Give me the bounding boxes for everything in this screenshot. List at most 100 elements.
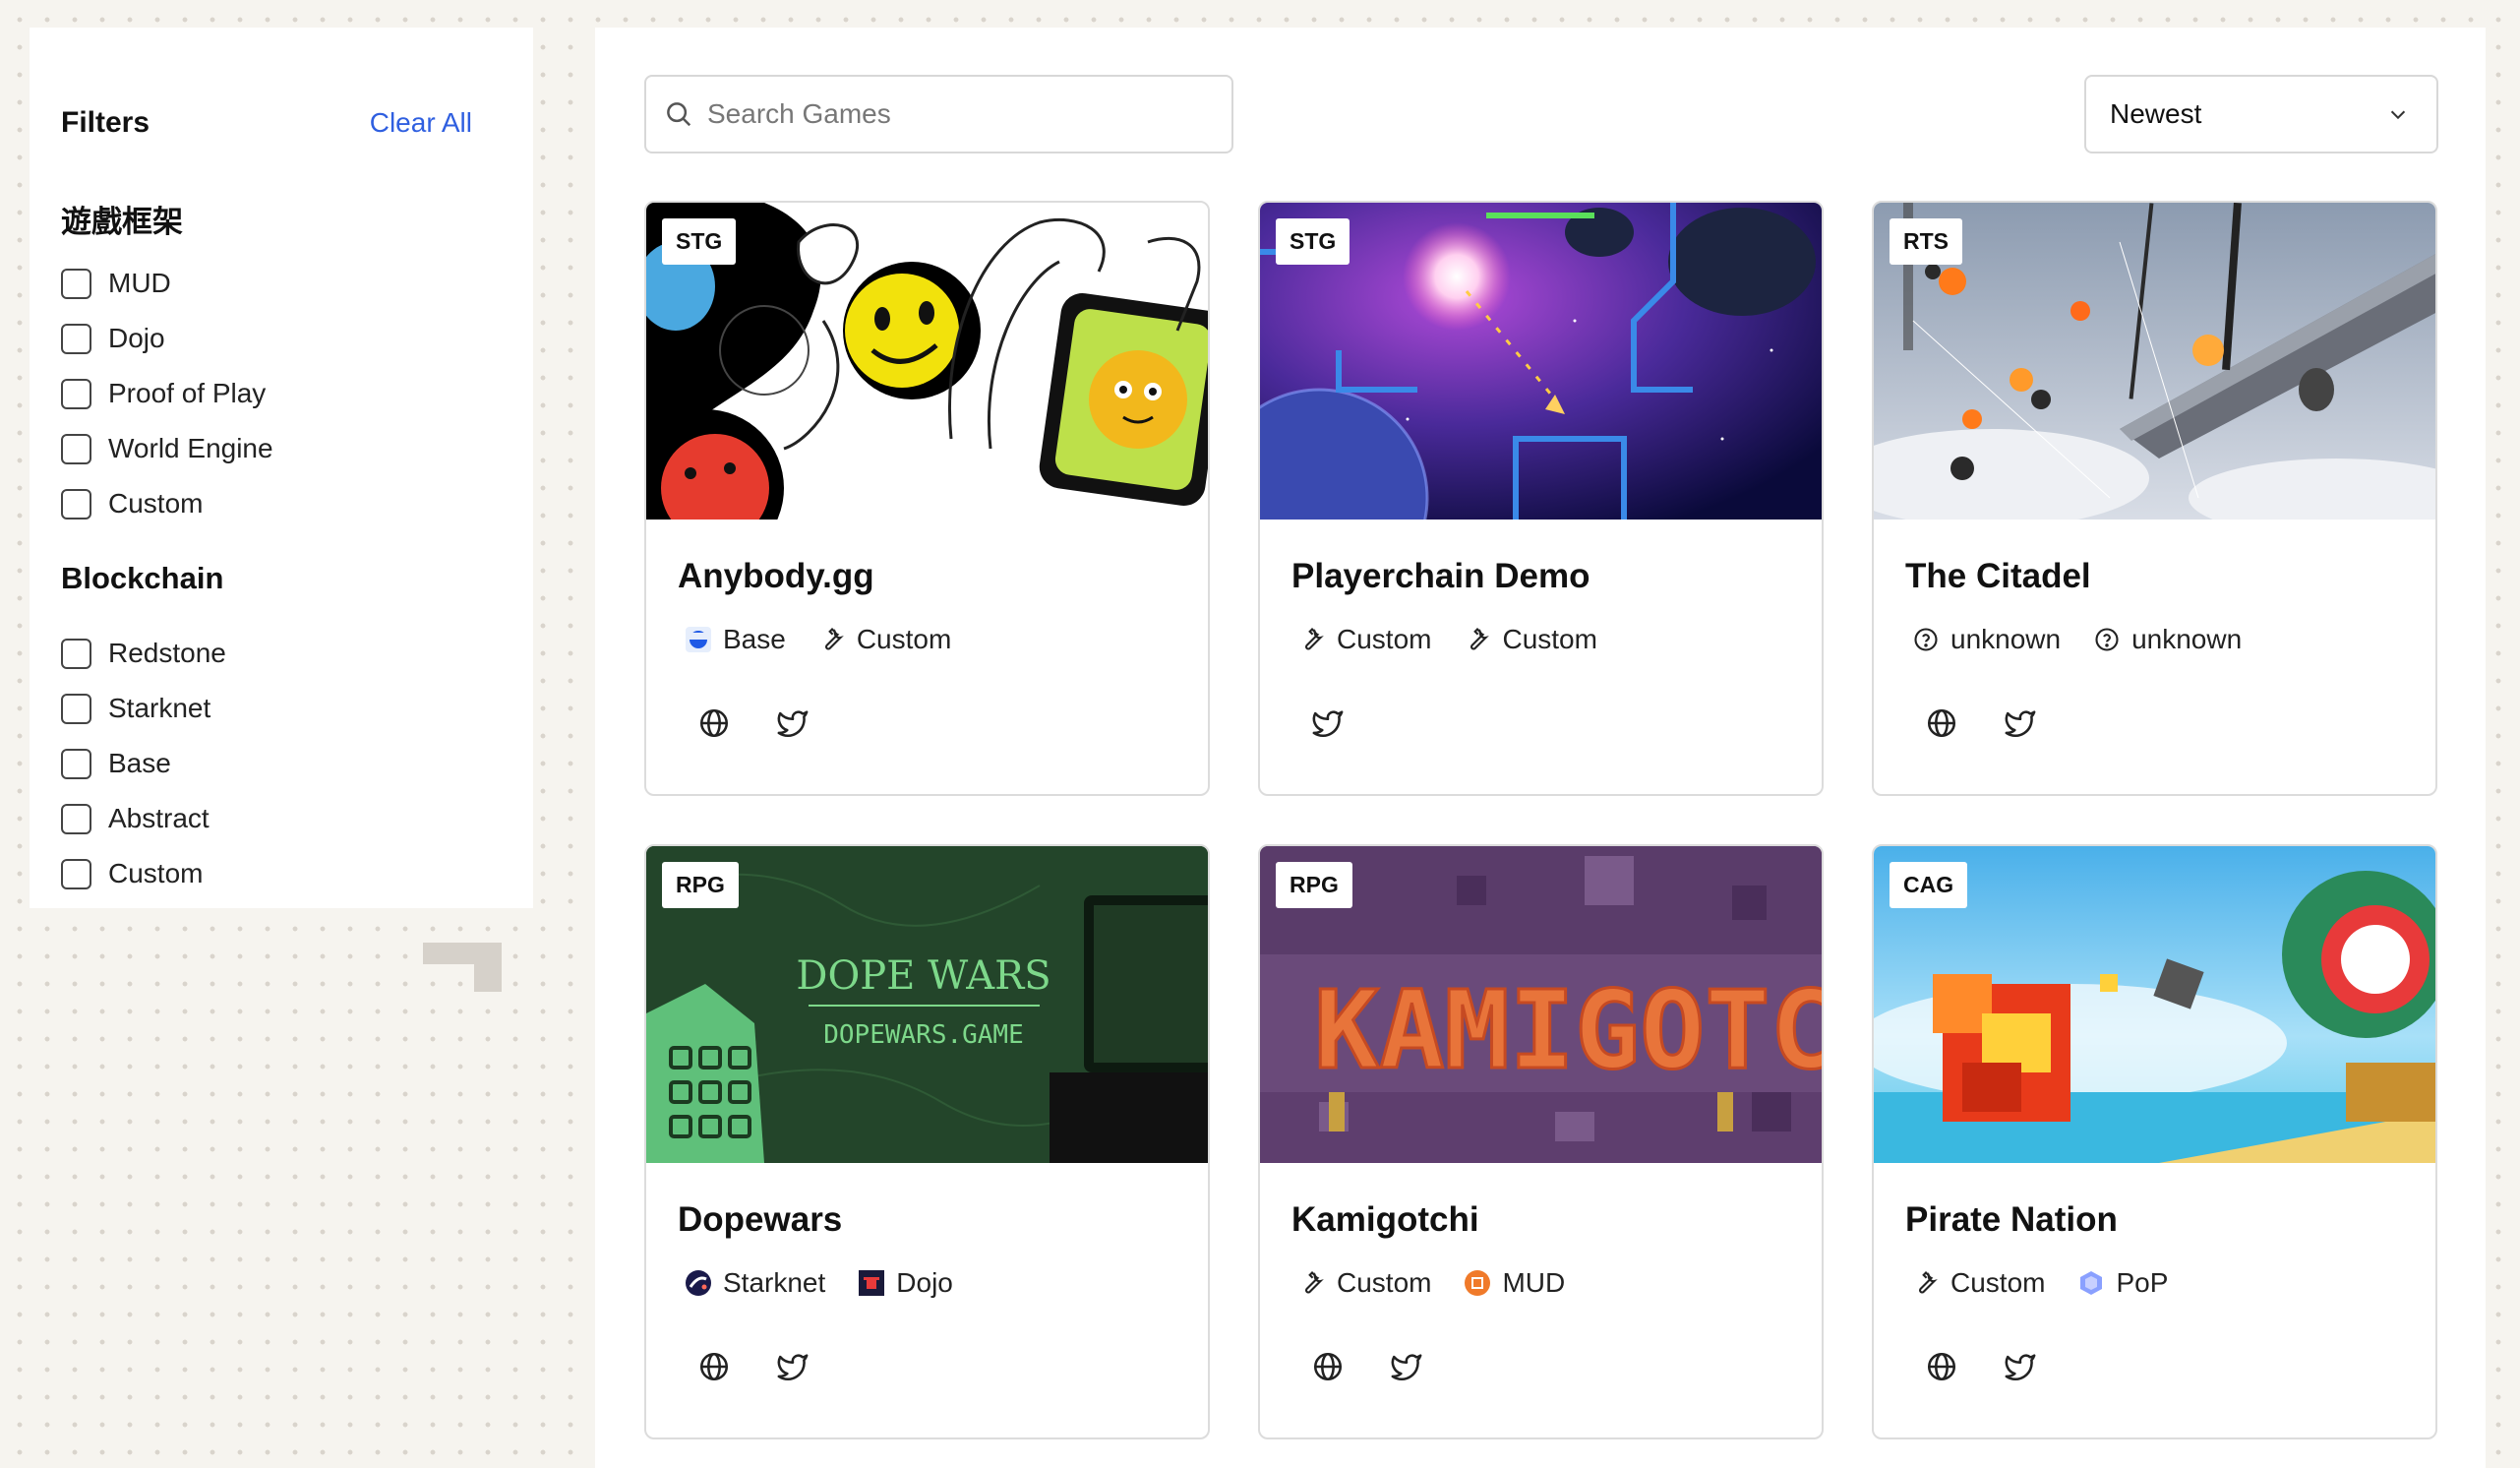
chain-tag: unknown: [1911, 624, 2061, 655]
filter-option-dojo[interactable]: Dojo: [61, 323, 165, 354]
filters-header: Filters Clear All: [61, 106, 472, 140]
filter-option-label: Custom: [108, 488, 204, 519]
base-logo-icon: [684, 625, 713, 654]
filter-option-label: Custom: [108, 858, 204, 888]
filter-option-abstract[interactable]: Abstract: [61, 803, 210, 834]
blockchain-section-title: Blockchain: [61, 561, 224, 595]
chain-tag: Starknet: [684, 1267, 825, 1299]
twitter-icon[interactable]: [1311, 706, 1345, 740]
checkbox[interactable]: [61, 488, 91, 520]
thumbnail-title-text: DOPE WARS: [796, 953, 1050, 999]
twitter-icon[interactable]: [2004, 706, 2037, 740]
globe-icon[interactable]: [1311, 1350, 1345, 1383]
genre-badge: STG: [662, 218, 737, 265]
game-tags: Custom MUD: [1297, 1267, 1596, 1299]
globe-icon[interactable]: [1925, 1350, 1958, 1383]
game-links: [697, 1350, 855, 1383]
sort-selected-value: Newest: [2110, 98, 2202, 129]
game-title[interactable]: Playerchain Demo: [1291, 557, 1590, 596]
genre-badge: RPG: [662, 862, 739, 908]
question-circle-icon: [1911, 625, 1941, 654]
genre-badge: STG: [1276, 218, 1350, 265]
framework-section-title: 遊戲框架: [61, 205, 183, 239]
search-icon: [667, 102, 691, 127]
framework-tag: unknown: [2092, 624, 2242, 655]
game-links: [1311, 1350, 1469, 1383]
search-input[interactable]: [707, 98, 1199, 130]
checkbox[interactable]: [61, 268, 91, 299]
tag-label: unknown: [2131, 624, 2243, 654]
game-tags: unknown unknown: [1911, 624, 2273, 655]
filter-option-label: MUD: [108, 268, 171, 298]
filter-option-mud[interactable]: MUD: [61, 268, 171, 299]
filters-title: Filters: [61, 106, 150, 139]
tag-label: PoP: [2116, 1267, 2169, 1298]
game-links: [1925, 706, 2082, 740]
chain-tag: Custom: [1297, 624, 1431, 655]
twitter-icon[interactable]: [776, 1350, 810, 1383]
game-links: [1311, 706, 1390, 740]
checkbox[interactable]: [61, 638, 91, 669]
checkbox[interactable]: [61, 433, 91, 464]
filter-option-label: Dojo: [108, 323, 165, 353]
globe-icon[interactable]: [1925, 706, 1958, 740]
chain-tag: Custom: [1297, 1267, 1431, 1299]
game-title[interactable]: Kamigotchi: [1291, 1200, 1479, 1240]
filter-option-custom-chain[interactable]: Custom: [61, 858, 203, 889]
game-title[interactable]: Pirate Nation: [1905, 1200, 2118, 1240]
game-links: [1925, 1350, 2082, 1383]
globe-icon[interactable]: [697, 706, 731, 740]
genre-badge: RTS: [1890, 218, 1962, 265]
game-card-kamigotchi[interactable]: KAMIGOTCHI RPG Kamigotchi Custom MUD: [1258, 844, 1824, 1439]
twitter-icon[interactable]: [1390, 1350, 1423, 1383]
checkbox[interactable]: [61, 748, 91, 779]
game-card-citadel[interactable]: RTS The Citadel unknown unknown: [1872, 201, 2437, 796]
filter-option-label: Abstract: [108, 803, 210, 833]
tag-label: Custom: [1950, 1267, 2046, 1298]
game-card-pirate-nation[interactable]: CAG Pirate Nation Custom PoP: [1872, 844, 2437, 1439]
tag-label: Custom: [1337, 1267, 1432, 1298]
filter-option-starknet[interactable]: Starknet: [61, 693, 210, 724]
framework-tag: PoP: [2076, 1267, 2168, 1299]
genre-badge: CAG: [1890, 862, 1968, 908]
checkbox[interactable]: [61, 803, 91, 834]
checkbox[interactable]: [61, 858, 91, 889]
decorative-corner-shape: [423, 943, 502, 992]
game-title[interactable]: The Citadel: [1905, 557, 2091, 596]
tag-label: Custom: [1337, 624, 1432, 654]
game-card-dopewars[interactable]: DOPE WARS DOPEWARS.GAME RPG Dopewars Sta…: [644, 844, 1210, 1439]
twitter-icon[interactable]: [2004, 1350, 2037, 1383]
thumbnail-subtitle-text: DOPEWARS.GAME: [823, 1020, 1024, 1050]
starknet-logo-icon: [684, 1268, 713, 1298]
filter-option-base[interactable]: Base: [61, 748, 171, 779]
filter-option-world-engine[interactable]: World Engine: [61, 433, 273, 464]
filter-option-label: Base: [108, 748, 171, 778]
question-circle-icon: [2092, 625, 2122, 654]
tag-label: unknown: [1950, 624, 2062, 654]
chain-tag: Base: [684, 624, 786, 655]
game-title[interactable]: Anybody.gg: [678, 557, 874, 596]
globe-icon[interactable]: [697, 1350, 731, 1383]
genre-badge: RPG: [1276, 862, 1352, 908]
filter-option-proof-of-play[interactable]: Proof of Play: [61, 378, 266, 409]
filter-option-label: Starknet: [108, 693, 211, 723]
game-tags: Custom Custom: [1297, 624, 1629, 655]
wrench-icon: [1911, 1268, 1941, 1298]
filter-option-redstone[interactable]: Redstone: [61, 638, 226, 669]
clear-all-button[interactable]: Clear All: [370, 107, 472, 139]
game-title[interactable]: Dopewars: [678, 1200, 842, 1240]
game-tags: Custom PoP: [1911, 1267, 2199, 1299]
game-card-playerchain[interactable]: STG Playerchain Demo Custom Custom: [1258, 201, 1824, 796]
checkbox[interactable]: [61, 378, 91, 409]
thumbnail-title-text: KAMIGOTCHI: [1314, 967, 1822, 1093]
tag-label: Dojo: [896, 1267, 953, 1298]
checkbox[interactable]: [61, 323, 91, 354]
checkbox[interactable]: [61, 693, 91, 724]
search-box[interactable]: [644, 75, 1233, 153]
game-card-anybody[interactable]: STG Anybody.gg Base Custom: [644, 201, 1210, 796]
sort-dropdown[interactable]: Newest: [2084, 75, 2438, 153]
chevron-down-icon: [2390, 110, 2406, 120]
games-panel: Newest: [595, 28, 2486, 1468]
filter-option-custom-framework[interactable]: Custom: [61, 488, 203, 520]
twitter-icon[interactable]: [776, 706, 810, 740]
